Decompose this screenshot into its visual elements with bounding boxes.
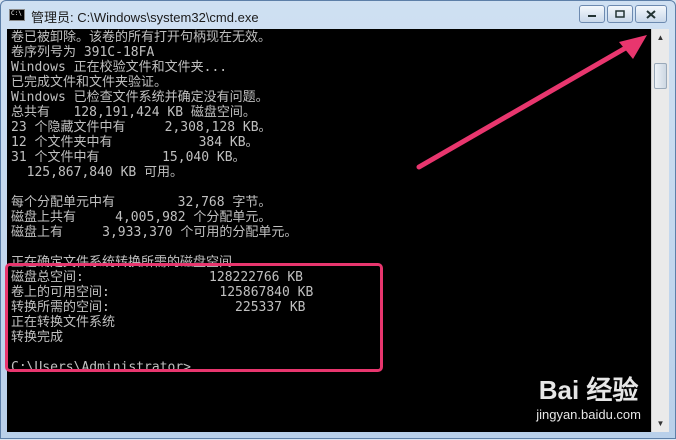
window-title: 管理员: C:\Windows\system32\cmd.exe [31,10,259,25]
watermark-url: jingyan.baidu.com [536,407,641,422]
console-line: 总共有 128,191,424 KB 磁盘空间。 [11,105,256,120]
console-line: 已完成文件和文件夹验证。 [11,75,168,90]
console-line: Windows 正在校验文件和文件夹... [11,60,228,75]
maximize-icon [615,10,625,18]
console-line: 卷已被卸除。该卷的所有打开句柄现在无效。 [11,30,272,45]
console-line: 卷序列号为 391C-18FA [11,45,155,60]
scroll-down-arrow-icon[interactable]: ▼ [652,415,669,432]
scrollbar-thumb[interactable] [654,63,667,89]
close-button[interactable] [635,5,667,23]
cmd-app-icon[interactable] [9,9,25,21]
console-line: 12 个文件夹中有 384 KB。 [11,135,259,150]
maximize-button[interactable] [607,5,633,23]
title-bar[interactable]: 管理员: C:\Windows\system32\cmd.exe [1,1,675,29]
watermark-logo: Bai 经验 [538,375,639,405]
console-line: 23 个隐藏文件中有 2,308,128 KB。 [11,120,272,135]
console-line: 磁盘上有 3,933,370 个可用的分配单元。 [11,225,298,240]
console-line: 磁盘上共有 4,005,982 个分配单元。 [11,210,272,225]
window-controls [579,5,667,23]
close-icon [646,9,656,19]
console-line: Windows 已检查文件系统并确定没有问题。 [11,90,269,105]
console-line: 每个分配单元中有 32,768 字节。 [11,195,272,210]
minimize-button[interactable] [579,5,605,23]
annotation-highlight-box [5,263,383,372]
cmd-window: 管理员: C:\Windows\system32\cmd.exe 卷已被卸除。该… [0,0,676,439]
minimize-icon [588,15,596,17]
vertical-scrollbar[interactable]: ▲ ▼ [651,29,669,432]
baidu-watermark: Bai 经验 jingyan.baidu.com [536,370,641,422]
scroll-up-arrow-icon[interactable]: ▲ [652,29,669,46]
console-line: 31 个文件中有 15,040 KB。 [11,150,246,165]
console-line: 125,867,840 KB 可用。 [11,165,184,180]
